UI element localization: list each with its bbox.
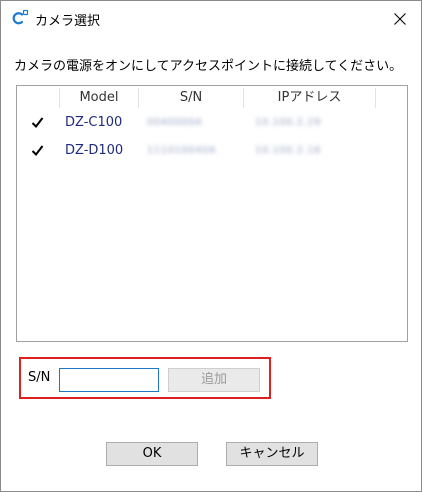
camera-select-dialog: カメラ選択 カメラの電源をオンにしてアクセスポイントに接続してください。 Mod…	[0, 0, 422, 492]
row-model: DZ-C100	[65, 115, 123, 130]
row-checkbox[interactable]	[30, 143, 45, 158]
add-button[interactable]: 追加	[168, 368, 260, 392]
row-serial-number: 111010040A	[147, 145, 217, 156]
row-ip-address: 10.100.2.29	[255, 117, 321, 128]
row-checkbox[interactable]	[30, 115, 45, 130]
column-separator	[375, 88, 376, 108]
camera-list[interactable]: Model S/N IPアドレス DZ-C100 0040000A 10.100…	[16, 85, 408, 342]
row-serial-number: 0040000A	[147, 117, 203, 128]
column-header-model[interactable]: Model	[60, 86, 138, 110]
close-button[interactable]	[387, 6, 413, 32]
column-header-sn[interactable]: S/N	[139, 86, 243, 110]
table-row[interactable]: DZ-D100 111010040A 10.100.2.16	[17, 139, 407, 163]
ok-button[interactable]: OK	[106, 442, 198, 466]
sn-label: S/N	[28, 370, 51, 385]
row-model: DZ-D100	[65, 143, 124, 158]
camera-list-header: Model S/N IPアドレス	[17, 86, 407, 110]
serial-entry-group: S/N 追加	[19, 357, 271, 399]
camera-app-icon	[11, 9, 29, 27]
checkmark-icon	[31, 117, 44, 129]
window-title: カメラ選択	[35, 14, 101, 29]
close-icon	[394, 13, 406, 25]
sn-input[interactable]	[59, 368, 159, 392]
checkmark-icon	[31, 145, 44, 157]
table-row[interactable]: DZ-C100 0040000A 10.100.2.29	[17, 111, 407, 135]
cancel-button[interactable]: キャンセル	[226, 442, 318, 466]
column-header-ip[interactable]: IPアドレス	[244, 86, 375, 110]
title-bar: カメラ選択	[1, 1, 421, 37]
instruction-text: カメラの電源をオンにしてアクセスポイントに接続してください。	[14, 59, 403, 74]
row-ip-address: 10.100.2.16	[255, 145, 321, 156]
